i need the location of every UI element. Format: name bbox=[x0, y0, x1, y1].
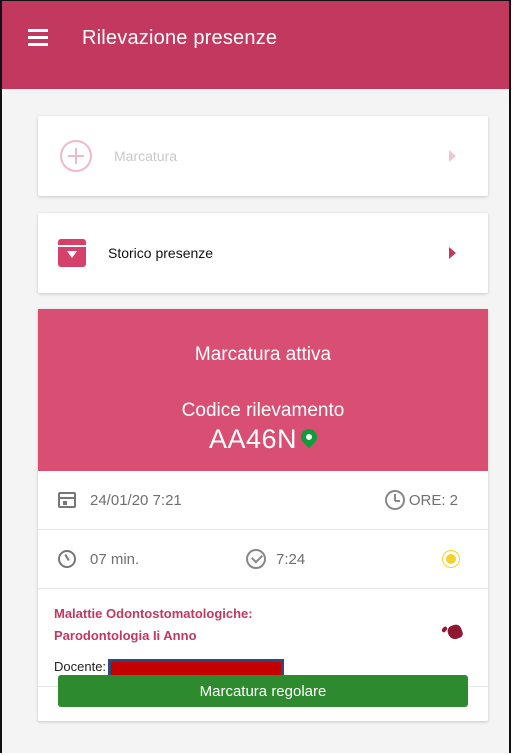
active-marking-card: Marcatura attiva Codice rilevamento AA46… bbox=[38, 309, 488, 721]
course-name-line1: Malattie Odontostomatologiche: bbox=[54, 606, 253, 621]
duration-value: 07 min. bbox=[90, 550, 140, 568]
duration-row: 07 min. 7:24 bbox=[38, 530, 488, 589]
code-label: Codice rilevamento bbox=[181, 400, 345, 421]
chevron-right-icon bbox=[449, 150, 456, 162]
active-marking-header: Marcatura attiva Codice rilevamento AA46… bbox=[38, 309, 488, 471]
app-window: Rilevazione presenze Marcatura Storico p… bbox=[0, 0, 511, 753]
check-time-value: 7:24 bbox=[276, 550, 306, 568]
status-button[interactable]: Marcatura regolare bbox=[58, 675, 468, 707]
hours-value: ORE: 2 bbox=[408, 491, 458, 509]
docente-label: Docente: bbox=[54, 658, 107, 674]
marcatura-label: Marcatura bbox=[114, 148, 178, 164]
sun-icon bbox=[446, 554, 456, 564]
code-row: AA46N bbox=[208, 424, 321, 455]
chevron-right-icon bbox=[449, 247, 456, 259]
date-row: 24/01/20 7:21 ORE: 2 bbox=[38, 471, 488, 530]
storico-presenze-item[interactable]: Storico presenze bbox=[38, 213, 488, 293]
add-circle-icon bbox=[60, 140, 92, 172]
app-bar: Rilevazione presenze bbox=[2, 1, 509, 89]
course-info: Malattie Odontostomatologiche: Parodonto… bbox=[38, 589, 488, 687]
code-value: AA46N bbox=[208, 424, 298, 454]
marcatura-item[interactable]: Marcatura bbox=[38, 116, 488, 196]
check-time-info: 7:24 bbox=[246, 549, 305, 569]
storico-presenze-label: Storico presenze bbox=[108, 245, 214, 261]
timer-icon bbox=[58, 550, 76, 568]
date-time: 24/01/20 7:21 bbox=[90, 491, 182, 509]
location-pin-icon[interactable] bbox=[297, 425, 321, 448]
app-title: Rilevazione presenze bbox=[82, 26, 278, 49]
archive-icon bbox=[58, 239, 86, 267]
menu-icon[interactable] bbox=[28, 28, 48, 50]
hours-info: ORE: 2 bbox=[384, 490, 458, 510]
check-circle-icon bbox=[246, 549, 266, 569]
active-marking-title: Marcatura attiva bbox=[194, 344, 332, 365]
calendar-icon bbox=[58, 492, 76, 508]
clock-icon bbox=[384, 490, 405, 510]
course-name-line2: Parodontologia Ii Anno bbox=[54, 628, 197, 643]
